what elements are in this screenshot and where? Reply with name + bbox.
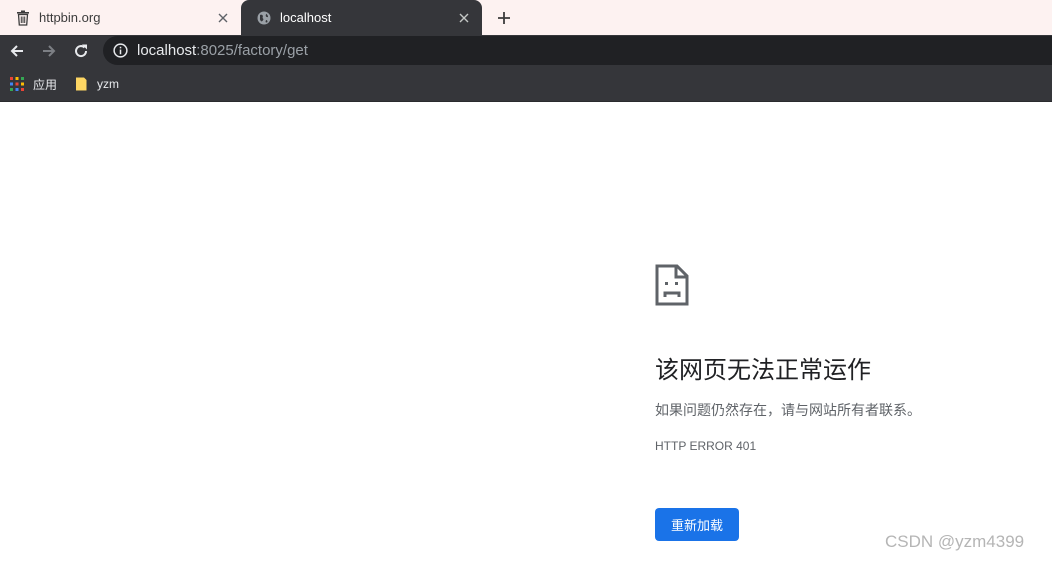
- plus-icon: [498, 12, 510, 24]
- trash-can-icon: [15, 10, 31, 26]
- url-host: localhost: [137, 42, 197, 59]
- error-title: 该网页无法正常运作: [655, 357, 871, 384]
- apps-grid-icon: [10, 77, 24, 91]
- url-text: localhost:8025/factory/get: [137, 42, 308, 59]
- reload-button[interactable]: [69, 39, 93, 63]
- arrow-left-icon: [10, 45, 23, 57]
- folder-icon: [74, 77, 88, 91]
- watermark: CSDN @yzm4399: [885, 532, 1025, 551]
- arrow-right-icon: [43, 45, 56, 57]
- new-tab-button[interactable]: [494, 8, 514, 28]
- tab-title: httpbin.org: [39, 10, 101, 25]
- close-icon[interactable]: [456, 10, 472, 26]
- forward-button[interactable]: [37, 39, 61, 63]
- close-icon[interactable]: [215, 10, 231, 26]
- error-code: HTTP ERROR 401: [655, 439, 757, 453]
- tab-title: localhost: [280, 10, 332, 25]
- tab-httpbin[interactable]: httpbin.org: [0, 0, 241, 35]
- reload-page-button[interactable]: 重新加载: [655, 508, 739, 541]
- refresh-icon: [75, 44, 88, 58]
- bookmark-apps[interactable]: 应用: [10, 75, 57, 93]
- browser-toolbar: localhost:8025/factory/get: [0, 35, 1052, 66]
- tab-localhost[interactable]: localhost: [241, 0, 482, 35]
- bookmark-folder-yzm[interactable]: yzm: [74, 75, 119, 93]
- url-path: :8025/factory/get: [196, 42, 308, 59]
- bookmark-label: 应用: [33, 77, 58, 92]
- info-icon[interactable]: [112, 43, 128, 59]
- bookmarks-bar: 应用 yzm: [0, 66, 1052, 102]
- bookmark-label: yzm: [97, 77, 119, 91]
- globe-icon: [256, 10, 272, 26]
- page-content: 该网页无法正常运作 如果问题仍然存在，请与网站所有者联系。 HTTP ERROR…: [0, 102, 1052, 563]
- sad-document-icon: [655, 264, 689, 306]
- address-bar[interactable]: localhost:8025/factory/get: [103, 36, 1052, 65]
- error-description: 如果问题仍然存在，请与网站所有者联系。: [655, 402, 921, 418]
- tab-strip: httpbin.org localhost: [0, 0, 1052, 35]
- back-button[interactable]: [5, 39, 29, 63]
